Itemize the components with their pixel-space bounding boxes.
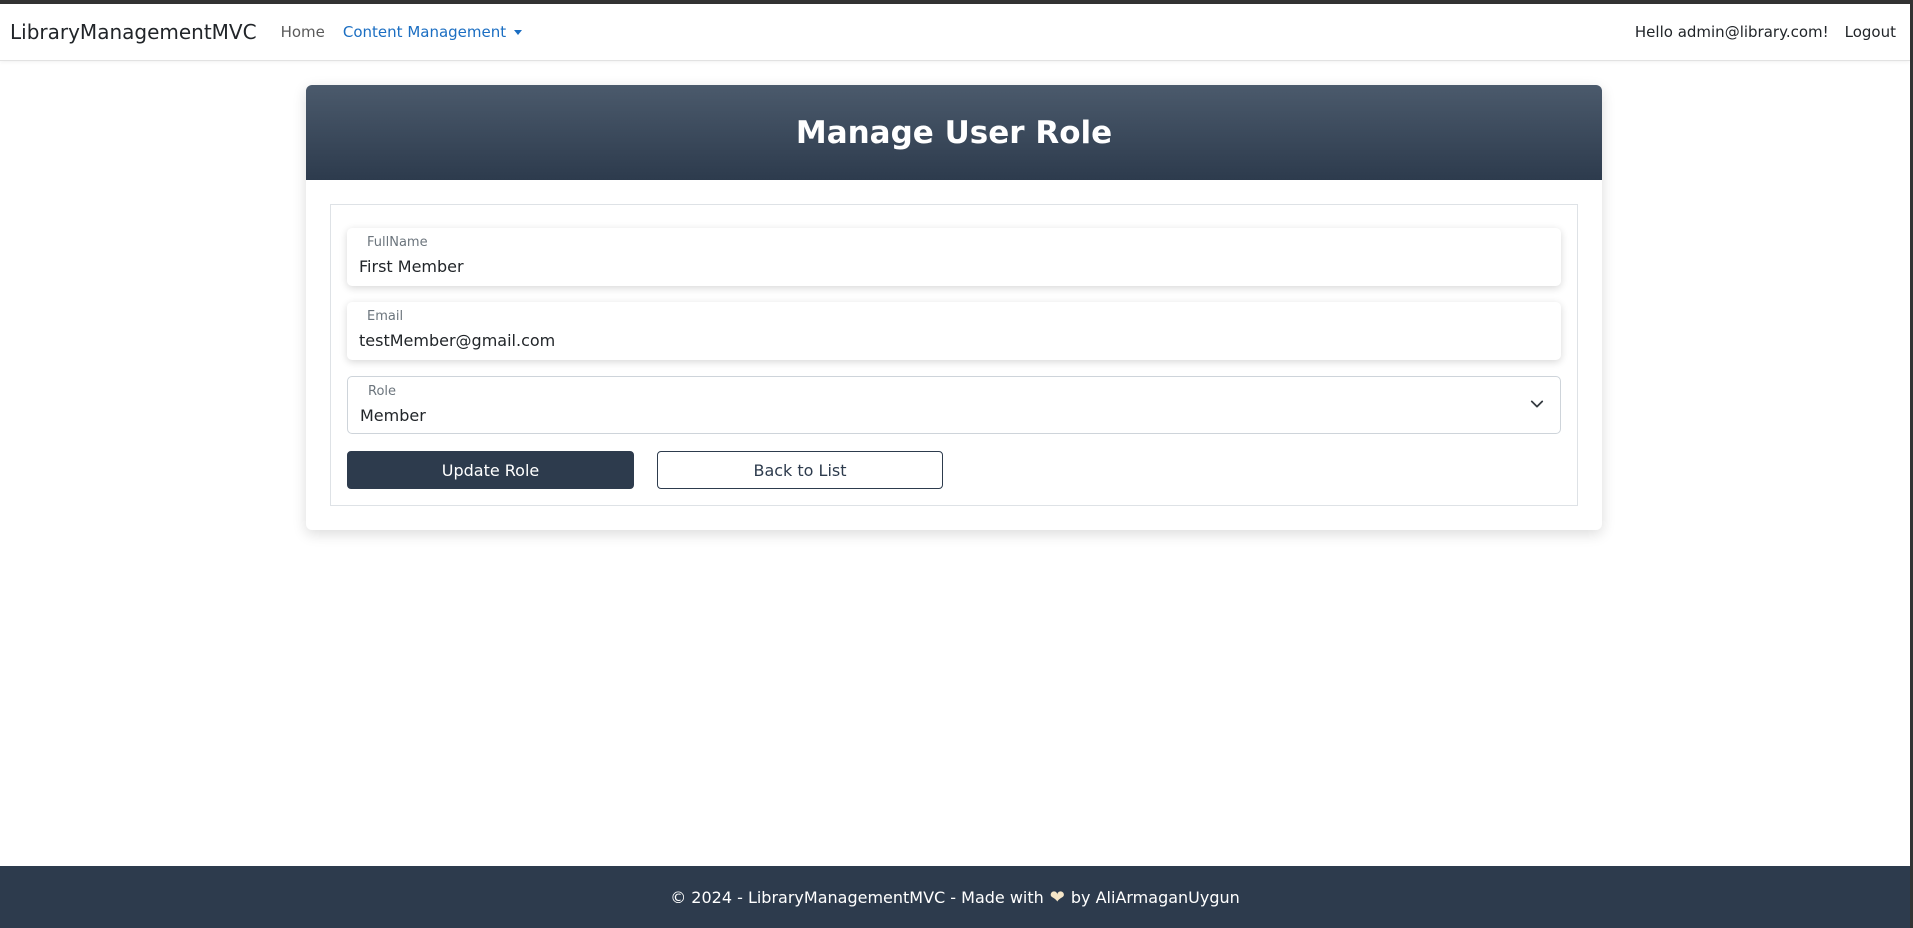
- email-field[interactable]: Email testMember@gmail.com: [347, 302, 1561, 360]
- browser-viewport: LibraryManagementMVC Home Content Manage…: [0, 0, 1913, 928]
- email-value: testMember@gmail.com: [359, 331, 556, 350]
- heart-icon: ❤: [1049, 886, 1065, 908]
- footer-text-before: © 2024 - LibraryManagementMVC - Made wit…: [670, 887, 1044, 907]
- card-header: Manage User Role: [306, 85, 1602, 180]
- user-greeting[interactable]: Hello admin@library.com!: [1635, 23, 1829, 41]
- page-footer: © 2024 - LibraryManagementMVC - Made wit…: [0, 866, 1910, 928]
- role-value: Member: [360, 406, 426, 425]
- caret-down-icon: [514, 29, 523, 35]
- update-role-button[interactable]: Update Role: [347, 451, 634, 489]
- fullname-value: First Member: [359, 257, 464, 276]
- back-to-list-button[interactable]: Back to List: [657, 451, 943, 489]
- brand-link[interactable]: LibraryManagementMVC: [10, 20, 257, 44]
- page-title: Manage User Role: [795, 114, 1113, 151]
- fullname-field[interactable]: FullName First Member: [347, 228, 1561, 286]
- email-label: Email: [367, 309, 404, 324]
- manage-role-card: Manage User Role FullName First Member E…: [306, 85, 1602, 530]
- nav-home-link[interactable]: Home: [281, 23, 325, 41]
- content-management-dropdown[interactable]: Content Management: [342, 23, 523, 41]
- chevron-down-icon: [1530, 400, 1544, 408]
- nav-user-area: Hello admin@library.com! Logout: [1635, 23, 1900, 41]
- content-management-label: Content Management: [342, 23, 507, 41]
- logout-link[interactable]: Logout: [1845, 23, 1896, 41]
- role-form: FullName First Member Email testMember@g…: [330, 204, 1578, 506]
- role-label: Role: [368, 384, 397, 399]
- footer-text-after: by AliArmaganUygun: [1070, 887, 1240, 907]
- top-navbar: LibraryManagementMVC Home Content Manage…: [0, 4, 1910, 61]
- role-select[interactable]: Role Member: [347, 376, 1561, 434]
- fullname-label: FullName: [367, 235, 428, 250]
